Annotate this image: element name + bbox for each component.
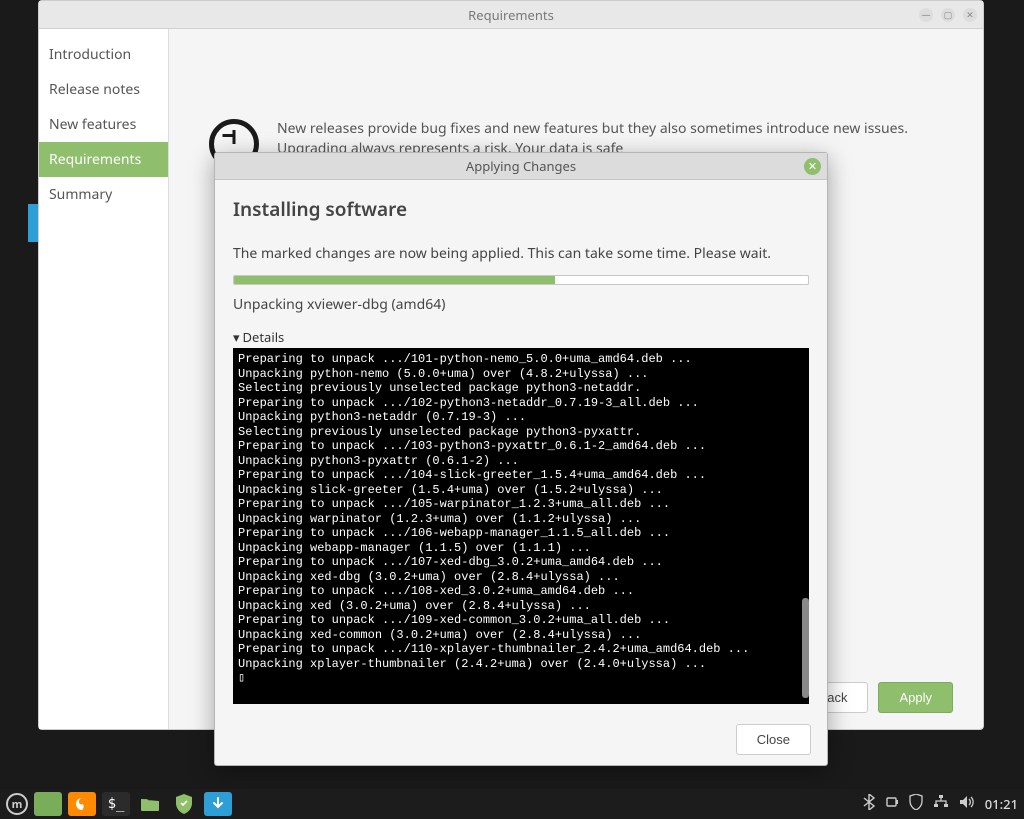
files-launcher[interactable] <box>136 792 164 816</box>
sidebar: Introduction Release notes New features … <box>39 29 169 729</box>
applying-changes-dialog: Applying Changes ✕ Installing software T… <box>214 152 828 766</box>
dialog-close-button[interactable]: ✕ <box>804 158 821 175</box>
window-title: Requirements <box>468 6 554 24</box>
taskbar: m $_ 01:21 <box>0 789 1024 819</box>
update-manager-launcher[interactable] <box>204 792 232 816</box>
power-icon[interactable] <box>885 795 899 814</box>
progress-bar-fill <box>234 276 555 284</box>
dialog-title: Applying Changes <box>466 157 576 175</box>
security-tray-icon[interactable] <box>909 794 923 815</box>
sidebar-item-release-notes[interactable]: Release notes <box>39 72 168 107</box>
clock[interactable]: 01:21 <box>985 795 1018 813</box>
volume-icon[interactable] <box>959 795 975 814</box>
network-icon[interactable] <box>933 795 949 814</box>
bluetooth-icon[interactable] <box>863 794 875 815</box>
terminal-launcher[interactable]: $_ <box>102 792 130 816</box>
chevron-down-icon: ▾ <box>233 328 240 346</box>
terminal-output[interactable]: Preparing to unpack .../101-python-nemo_… <box>233 348 809 704</box>
window-titlebar[interactable]: Requirements <box>39 1 983 29</box>
close-button[interactable]: Close <box>736 724 811 755</box>
apply-button[interactable]: Apply <box>878 682 953 713</box>
dialog-titlebar[interactable]: Applying Changes ✕ <box>215 153 827 180</box>
progress-status: Unpacking xviewer-dbg (amd64) <box>233 295 809 314</box>
terminal-scrollbar[interactable] <box>802 598 809 698</box>
sidebar-item-summary[interactable]: Summary <box>39 177 168 212</box>
shield-launcher[interactable] <box>170 792 198 816</box>
sidebar-item-requirements[interactable]: Requirements <box>39 142 168 177</box>
minimize-button[interactable] <box>919 8 933 22</box>
dialog-message: The marked changes are now being applied… <box>233 244 809 263</box>
menu-button[interactable]: m <box>6 793 28 815</box>
progress-bar-track <box>233 275 809 285</box>
show-desktop-button[interactable] <box>34 792 62 816</box>
details-label: Details <box>243 328 285 346</box>
maximize-button[interactable] <box>941 8 955 22</box>
dialog-heading: Installing software <box>233 196 809 222</box>
firefox-launcher[interactable] <box>68 792 96 816</box>
sidebar-item-introduction[interactable]: Introduction <box>39 37 168 72</box>
sidebar-item-new-features[interactable]: New features <box>39 107 168 142</box>
details-toggle[interactable]: ▾ Details <box>233 328 809 346</box>
close-button[interactable] <box>963 8 977 22</box>
